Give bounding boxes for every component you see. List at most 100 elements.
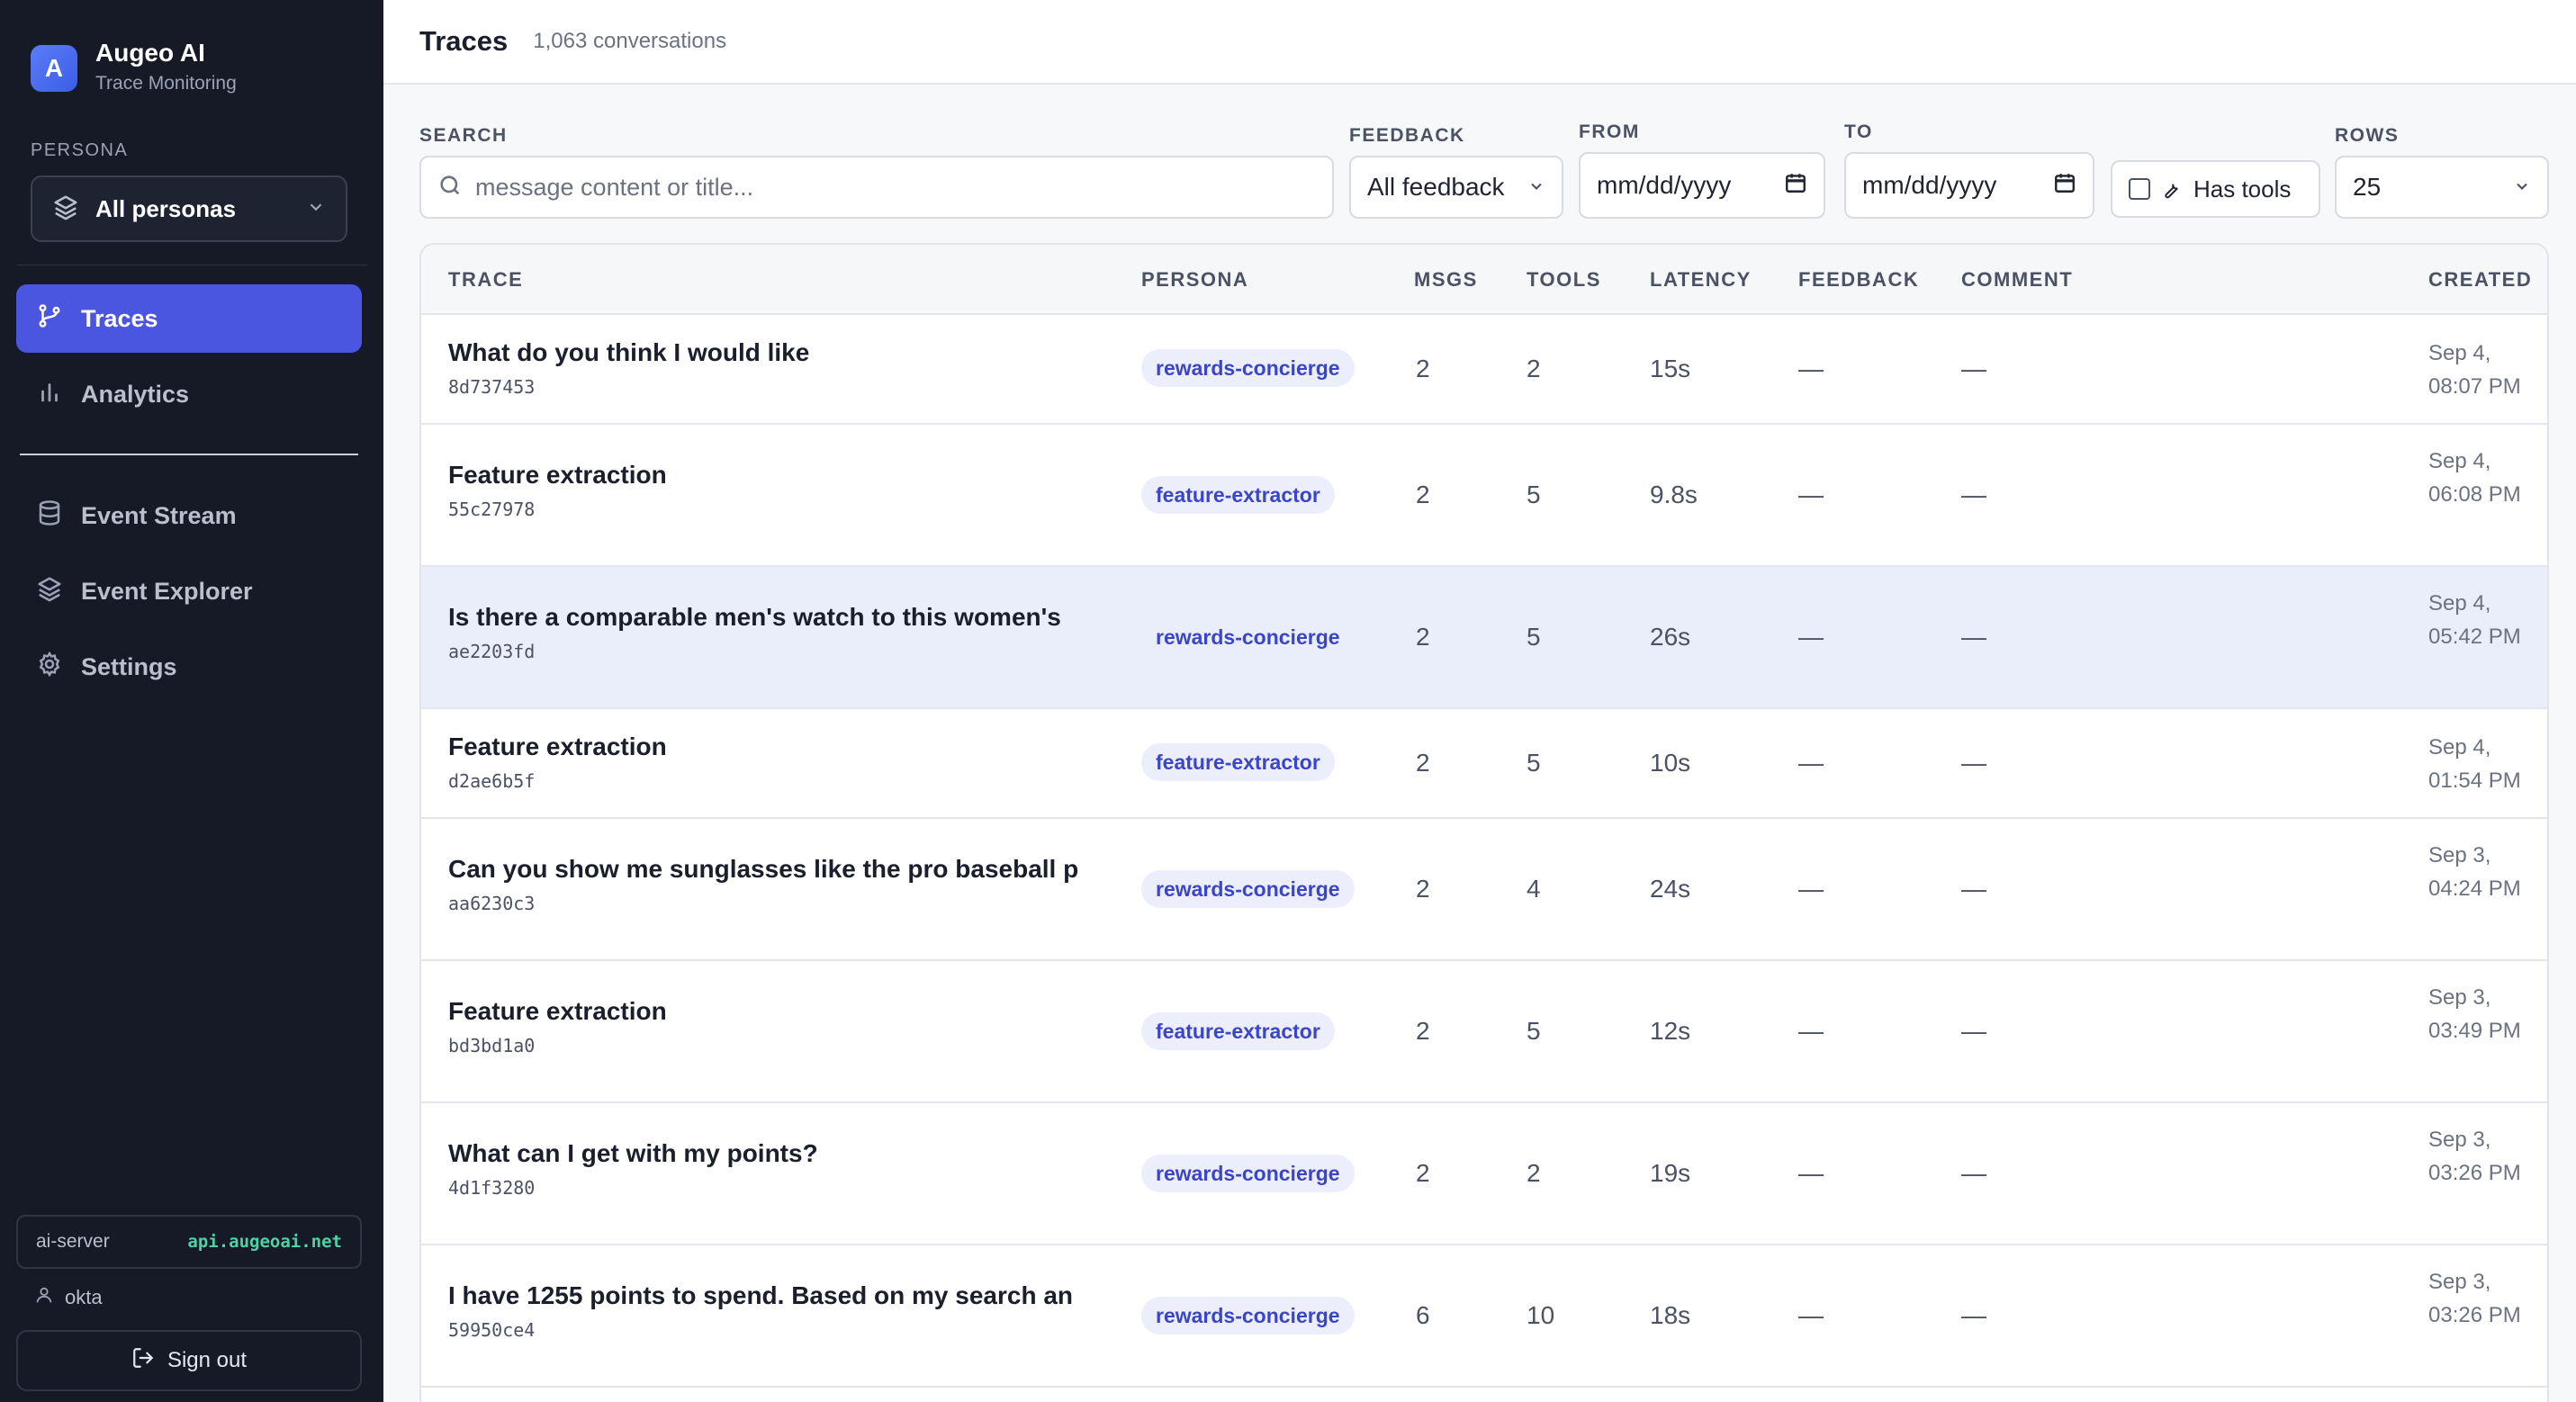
rows-select[interactable]: 25 xyxy=(2335,156,2549,219)
database-icon xyxy=(36,499,63,533)
brand-name: Augeo AI xyxy=(95,39,205,67)
has-tools-toggle[interactable]: Has tools xyxy=(2111,160,2320,218)
msgs-count: 2 xyxy=(1416,875,1430,903)
comment-value: — xyxy=(1961,875,1986,903)
trace-id: aa6230c3 xyxy=(448,893,536,914)
tools-count: 5 xyxy=(1527,749,1541,777)
column-header-msgs[interactable]: MSGS xyxy=(1414,268,1478,292)
table-row[interactable]: What can I get with my points? 4d1f3280 r… xyxy=(421,1103,2547,1245)
latency-value: 9.8s xyxy=(1650,481,1698,508)
trace-id: 8d737453 xyxy=(448,376,536,398)
trace-title: Feature extraction xyxy=(448,732,667,760)
persona-badge: feature-extractor xyxy=(1141,476,1335,514)
trace-id: ae2203fd xyxy=(448,641,536,662)
column-header-persona[interactable]: PERSONA xyxy=(1141,268,1248,292)
trace-id: bd3bd1a0 xyxy=(448,1035,536,1056)
nav-item-settings[interactable]: Settings xyxy=(16,633,362,701)
created-date: Sep 4, 01:54 PM xyxy=(2428,735,2521,793)
persona-select-value: All personas xyxy=(95,194,237,222)
latency-value: 24s xyxy=(1650,875,1691,903)
server-info: ai-server api.augeoai.net xyxy=(16,1215,362,1269)
persona-badge: rewards-concierge xyxy=(1141,1155,1355,1192)
table-row[interactable]: Can you show me sunglasses like the pro … xyxy=(421,819,2547,961)
trace-title: I have 1255 points to spend. Based on my… xyxy=(448,1281,1074,1309)
page-title: Traces xyxy=(419,25,509,57)
latency-value: 15s xyxy=(1650,355,1691,382)
trace-title: Is there a comparable men's watch to thi… xyxy=(448,603,1061,631)
feedback-value: — xyxy=(1798,749,1824,777)
feedback-value: — xyxy=(1798,875,1824,903)
column-header-tools[interactable]: TOOLS xyxy=(1527,268,1601,292)
column-header-latency[interactable]: LATENCY xyxy=(1650,268,1752,292)
latency-value: 12s xyxy=(1650,1017,1691,1045)
page-header: Traces 1,063 conversations xyxy=(383,0,2576,85)
user-name: okta xyxy=(65,1286,103,1308)
comment-value: — xyxy=(1961,481,1986,508)
tools-count: 4 xyxy=(1527,875,1541,903)
divider xyxy=(20,454,358,455)
column-header-comment[interactable]: COMMENT xyxy=(1961,268,2073,292)
table-row[interactable]: Feature extraction d2ae6b5f feature-extra… xyxy=(421,709,2547,819)
table-row[interactable]: I have 1255 points to spend. Based on my… xyxy=(421,1245,2547,1388)
layers-icon xyxy=(52,193,79,225)
search-box xyxy=(419,156,1334,219)
from-date-input[interactable]: mm/dd/yyyy xyxy=(1579,152,1825,219)
created-date: Sep 4, 08:07 PM xyxy=(2428,341,2521,399)
trace-id: 55c27978 xyxy=(448,499,536,520)
latency-value: 10s xyxy=(1650,749,1691,777)
persona-select[interactable]: All personas xyxy=(31,175,347,242)
wrench-icon xyxy=(2161,179,2181,199)
current-user: okta xyxy=(34,1285,103,1310)
nav-item-label: Settings xyxy=(81,652,177,680)
trace-title: What do you think I would like xyxy=(448,338,810,366)
persona-badge: rewards-concierge xyxy=(1156,625,1340,649)
sign-out-button[interactable]: Sign out xyxy=(16,1330,362,1391)
comment-value: — xyxy=(1961,1159,1986,1187)
column-header-created[interactable]: CREATED xyxy=(2428,268,2532,292)
tools-count: 5 xyxy=(1527,623,1541,651)
feedback-value: — xyxy=(1798,1017,1824,1045)
trace-title: What can I get with my points? xyxy=(448,1139,818,1167)
created-date: Sep 3, 03:49 PM xyxy=(2428,985,2521,1043)
table-row[interactable]: Feature extraction 55c27978 feature-extra… xyxy=(421,425,2547,567)
msgs-count: 2 xyxy=(1416,749,1430,777)
persona-badge: feature-extractor xyxy=(1141,1012,1335,1050)
table-header: TRACE PERSONA MSGS TOOLS LATENCY FEEDBAC… xyxy=(421,245,2547,315)
feedback-value: — xyxy=(1798,481,1824,508)
nav-item-label: Analytics xyxy=(81,380,190,408)
tools-count: 2 xyxy=(1527,1159,1541,1187)
from-date-value: mm/dd/yyyy xyxy=(1597,171,1732,199)
trace-id: 59950ce4 xyxy=(448,1319,536,1341)
msgs-count: 2 xyxy=(1416,355,1430,382)
trace-title: Feature extraction xyxy=(448,997,667,1025)
conversation-count: 1,063 conversations xyxy=(533,29,727,53)
to-date-value: mm/dd/yyyy xyxy=(1862,171,1997,199)
table-row[interactable]: What do you think I would like 8d737453 r… xyxy=(421,315,2547,425)
latency-value: 18s xyxy=(1650,1301,1691,1329)
nav-item-event-stream[interactable]: Event Stream xyxy=(16,481,362,550)
tools-count: 5 xyxy=(1527,1017,1541,1045)
persona-label: PERSONA xyxy=(31,140,129,160)
user-icon xyxy=(34,1285,54,1310)
created-date: Sep 4, 05:42 PM xyxy=(2428,591,2521,649)
chevron-down-icon xyxy=(1527,173,1545,202)
nav-item-traces[interactable]: Traces xyxy=(16,284,362,353)
search-input[interactable] xyxy=(475,173,1285,202)
chevron-down-icon xyxy=(306,197,326,221)
trace-title: Can you show me sunglasses like the pro … xyxy=(448,855,1079,883)
nav-item-event-explorer[interactable]: Event Explorer xyxy=(16,557,362,625)
feedback-select[interactable]: All feedback xyxy=(1349,156,1563,219)
calendar-icon xyxy=(2053,171,2076,201)
column-header-feedback[interactable]: FEEDBACK xyxy=(1798,268,1919,292)
brand-logo: A xyxy=(31,45,77,92)
has-tools-checkbox[interactable] xyxy=(2129,178,2150,200)
table-row[interactable]: Is there a comparable men's watch to thi… xyxy=(421,567,2547,709)
trace-id: 4d1f3280 xyxy=(448,1177,536,1199)
to-date-input[interactable]: mm/dd/yyyy xyxy=(1844,152,2094,219)
column-header-trace[interactable]: TRACE xyxy=(448,268,523,292)
server-host: api.augeoai.net xyxy=(187,1232,342,1252)
persona-badge: rewards-concierge xyxy=(1141,349,1355,387)
nav-item-analytics[interactable]: Analytics xyxy=(16,360,362,428)
table-row[interactable]: Feature extraction bd3bd1a0 feature-extra… xyxy=(421,961,2547,1103)
tools-count: 5 xyxy=(1527,481,1541,508)
